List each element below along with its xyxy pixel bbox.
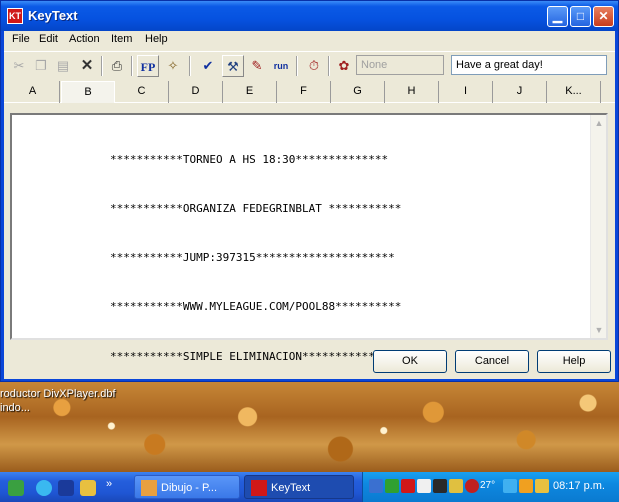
delete-icon[interactable]: ✕	[76, 55, 98, 77]
cancel-button[interactable]: Cancel	[455, 350, 529, 373]
quicklaunch-app-icon[interactable]	[8, 480, 24, 496]
toolbar-separator	[296, 56, 298, 76]
tab-e[interactable]: E	[223, 81, 277, 103]
timer-icon[interactable]: ⏱	[303, 55, 325, 77]
pen-icon[interactable]: ✎	[246, 55, 268, 77]
editor-line: ***********WWW.MYLEAGUE.COM/POOL88******…	[110, 300, 402, 314]
paste-icon[interactable]: ▤	[52, 55, 74, 77]
help-button[interactable]: Help	[537, 350, 611, 373]
key-tabs: A B C D E F G H I J K...	[4, 81, 615, 103]
menu-action[interactable]: Action	[69, 33, 100, 45]
printer-icon[interactable]	[519, 479, 533, 493]
tab-g[interactable]: G	[331, 81, 385, 103]
menu-file[interactable]: File	[12, 33, 30, 45]
camera-icon[interactable]	[433, 479, 447, 493]
ok-button[interactable]: OK	[373, 350, 447, 373]
taskbar-item-dibujo[interactable]: Dibujo - P...	[134, 475, 240, 499]
text-editor[interactable]: ***********TORNEO A HS 18:30************…	[10, 113, 608, 363]
cut-icon[interactable]: ✂	[8, 55, 30, 77]
editor-line: ***********SIMPLE ELIMINACION***********…	[110, 349, 395, 363]
scroll-down-icon[interactable]: ▼	[591, 322, 607, 338]
editor-content: ***********TORNEO A HS 18:30************…	[110, 119, 401, 398]
tab-a[interactable]: A	[6, 81, 60, 103]
task-label: KeyText	[271, 482, 311, 494]
fp-button[interactable]: FP	[137, 55, 159, 77]
toolbar-separator	[328, 56, 330, 76]
taskbar-item-keytext[interactable]: KeyText	[244, 475, 354, 499]
tab-f[interactable]: F	[277, 81, 331, 103]
toolbar-separator	[189, 56, 191, 76]
minimize-button[interactable]: ▁	[547, 6, 568, 27]
system-tray: 27° 08:17 p.m.	[362, 472, 619, 502]
tab-d[interactable]: D	[169, 81, 223, 103]
tab-k[interactable]: K...	[547, 81, 601, 103]
magic-wand-icon[interactable]: ✧	[162, 55, 184, 77]
close-icon: ✕	[598, 9, 609, 23]
task-label: Dibujo - P...	[161, 482, 218, 494]
toolbar-separator	[131, 56, 133, 76]
check-document-icon[interactable]: ✔	[197, 55, 219, 77]
tab-h[interactable]: H	[385, 81, 439, 103]
toolbar-separator	[101, 56, 103, 76]
keytext-icon	[251, 480, 267, 496]
editor-line: ***********ORGANIZA FEDEGRINBLAT *******…	[110, 202, 402, 216]
media-player-icon[interactable]	[58, 480, 74, 496]
menu-bar: File Edit Action Item Help	[4, 31, 615, 49]
copy-icon[interactable]: ❐	[30, 55, 52, 77]
editor-line: ***********JUMP:397315******************…	[110, 251, 395, 265]
clock[interactable]: 08:17 p.m.	[553, 480, 605, 492]
print-icon[interactable]: ⎙	[106, 55, 128, 77]
antivirus-icon[interactable]	[465, 479, 479, 493]
internet-explorer-icon[interactable]	[36, 480, 52, 496]
keytext-tray-icon[interactable]	[401, 479, 415, 493]
speaker-icon[interactable]	[503, 479, 517, 493]
editor-line: ***********TORNEO A HS 18:30************…	[110, 152, 389, 166]
network-icon[interactable]	[369, 479, 383, 493]
desktop-icon-label[interactable]: roductor DivXPlayer.dbf	[0, 388, 116, 400]
paint-icon	[141, 480, 157, 496]
taskbar: » Dibujo - P... KeyText 27° 08:17 p.m.	[0, 472, 619, 502]
menu-help[interactable]: Help	[145, 33, 168, 45]
warning-icon[interactable]	[449, 479, 463, 493]
temperature-readout: 27°	[480, 480, 496, 491]
menu-edit[interactable]: Edit	[39, 33, 58, 45]
tab-b[interactable]: B	[61, 81, 115, 103]
title-bar[interactable]: KT KeyText ▁ □ ✕	[1, 1, 618, 31]
desktop-icon-label[interactable]: indo...	[0, 402, 30, 414]
menu-item[interactable]: Item	[111, 33, 132, 45]
winamp-icon[interactable]	[80, 480, 96, 496]
pencil-icon[interactable]	[535, 479, 549, 493]
user-icon[interactable]	[417, 479, 431, 493]
tab-c[interactable]: C	[115, 81, 169, 103]
message-field[interactable]: Have a great day!	[451, 55, 607, 75]
window-title: KeyText	[28, 8, 78, 23]
toolbar: ✂ ❐ ▤ ✕ ⎙ FP ✧ ✔ ⚒ ✎ run ⏱ ✿ None Have a…	[4, 51, 615, 79]
tab-j[interactable]: J	[493, 81, 547, 103]
maximize-icon: □	[576, 9, 585, 23]
flower-icon[interactable]: ✿	[333, 55, 355, 77]
tab-i[interactable]: I	[439, 81, 493, 103]
app-icon[interactable]: KT	[7, 8, 23, 24]
minimize-icon: ▁	[552, 9, 563, 23]
keytext-window: KT KeyText ▁ □ ✕ File Edit Action Item H…	[0, 0, 619, 382]
tools-icon[interactable]: ⚒	[222, 55, 244, 77]
vertical-scrollbar[interactable]: ▲ ▼	[590, 115, 606, 338]
scroll-up-icon[interactable]: ▲	[591, 115, 607, 131]
window-client: File Edit Action Item Help ✂ ❐ ▤ ✕ ⎙ FP …	[4, 31, 615, 379]
maximize-button[interactable]: □	[570, 6, 591, 27]
run-button[interactable]: run	[270, 55, 292, 77]
close-button[interactable]: ✕	[593, 6, 614, 27]
none-dropdown[interactable]: None	[356, 55, 444, 75]
messenger-icon[interactable]	[385, 479, 399, 493]
quicklaunch-more-icon[interactable]: »	[106, 478, 112, 490]
